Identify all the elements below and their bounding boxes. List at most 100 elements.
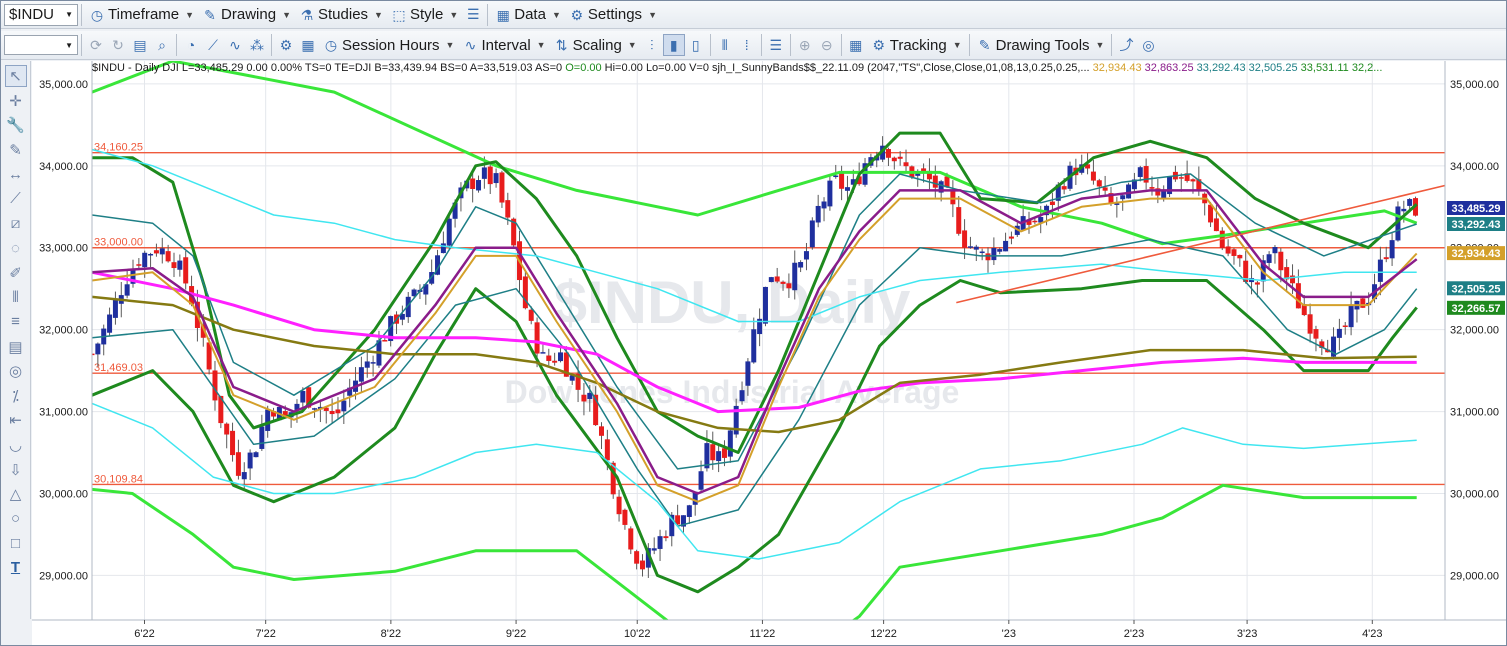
toolbar-separator [271,34,272,56]
candle-body [183,257,189,284]
y-tick-label-right: 31,000.00 [1450,407,1499,419]
candle-body [1313,329,1319,339]
zoom-out-icon[interactable]: ⊖ [816,34,838,56]
data-menu[interactable]: ▦ Data ▼ [491,3,565,27]
circle-target-icon[interactable]: ◎ [5,360,27,382]
candle-body [1348,304,1354,328]
candle-body [382,340,388,342]
fib-icon[interactable]: ≡ [5,311,27,333]
price-badge-text: 32,505.25 [1452,283,1501,295]
refresh-icon[interactable]: ⟳ [85,34,107,56]
y-tick-label-right: 35,000.00 [1450,79,1499,91]
trend-chart-icon[interactable]: ⤴ [1115,34,1137,56]
candle-body [809,220,815,248]
candle-body [1213,218,1219,232]
candle-body [967,246,973,248]
timeframe-icon: ◷ [90,6,104,23]
line-chart-icon[interactable]: ∿ [224,34,246,56]
pencil-icon[interactable]: ✎ [5,139,27,161]
arrow-down-icon[interactable]: ⇩ [5,459,27,481]
percent-icon[interactable]: ⁒ [5,385,27,407]
zoom-in-icon[interactable]: ⊕ [794,34,816,56]
scaling-menu[interactable]: ⇅ Scaling ▼ [550,33,641,57]
candle-body [1342,325,1348,327]
triangle-icon[interactable]: △ [5,483,27,505]
y-tick-label-right: 32,000.00 [1450,325,1499,337]
drawing-label: Drawing [221,6,277,23]
price-badge: 32,505.25 [1447,281,1505,296]
ohlc-bars-icon[interactable]: ⫶ [641,34,663,56]
x-tick-label: '23 [1002,628,1016,640]
candle-body [153,250,159,254]
x-tick-label: 3'23 [1237,628,1257,640]
candlestick-icon[interactable]: ▮ [662,34,685,56]
candle-body [136,264,142,266]
compress-bars-icon[interactable]: ⁞ [736,34,758,56]
properties-icon[interactable]: ⚙ [275,34,297,56]
symbol-input[interactable]: $INDU ▼ [4,3,78,26]
candle-body [440,243,446,254]
rectangle-icon[interactable]: □ [5,532,27,554]
spreadsheet-icon[interactable]: ▦ [297,34,319,56]
candle-body [1178,177,1184,179]
chevron-down-icon: ▼ [445,40,455,50]
reload-icon[interactable]: ↻ [107,34,129,56]
data-window-icon[interactable]: ▦ [845,34,867,56]
tracking-label: Tracking [889,36,947,54]
align-icon[interactable]: ⇤ [5,409,27,431]
lasso-icon[interactable]: ◌ [5,237,27,259]
data-label: Data [514,6,546,23]
timeframe-menu[interactable]: ◷ Timeframe ▼ [85,3,198,27]
brush-icon[interactable]: ✐ [5,262,27,284]
candle-body [786,283,792,289]
x-tick-label: 6'22 [134,628,154,640]
grid-icon[interactable]: ▤ [129,34,151,56]
candle-body [956,207,962,234]
candle-body [171,262,177,269]
hollow-candle-icon[interactable]: ▯ [685,34,707,56]
interval-menu[interactable]: ∿ Interval ▼ [458,33,549,57]
candle-body [1407,199,1413,206]
bar-spacing-icon[interactable]: ⦀ [714,34,736,56]
layout-icon[interactable]: ☰ [462,4,484,26]
drawing-menu[interactable]: ✎ Drawing ▼ [198,3,295,27]
session-hours-menu[interactable]: ◷ Session Hours ▼ [319,33,458,57]
settings-menu[interactable]: ⚙ Settings ▼ [565,3,661,27]
wrench-icon[interactable]: 🔧 [5,114,27,136]
arc-icon[interactable]: ◡ [5,434,27,456]
candle-body [721,448,727,458]
candle-body [1360,298,1366,308]
style-menu[interactable]: ⬚ Style ▼ [387,3,462,27]
x-tick-label: 10'22 [624,628,651,640]
candle-body [1090,171,1096,181]
drawing-tools-menu[interactable]: ✎ Drawing Tools ▼ [973,33,1109,57]
text-tool-icon[interactable]: T [5,557,27,579]
toolbar-separator [81,3,82,26]
bars-icon[interactable]: ⦀ [5,286,27,308]
candle-body [932,175,938,188]
speedometer-icon[interactable]: ◔ [180,34,202,56]
price-badge-text: 33,485.29 [1452,203,1501,215]
price-chart[interactable]: $INDU, Daily Dow Jones Industrial Averag… [32,61,1506,645]
ruler-icon[interactable]: ⟋ [5,188,27,210]
move-icon[interactable]: ↔ [5,163,27,185]
y-tick-label-left: 29,000.00 [39,570,88,582]
candle-body [774,276,780,282]
ruler-icon[interactable]: ⟋ [202,34,224,56]
channel-icon[interactable]: ▤ [5,336,27,358]
tracking-menu[interactable]: ⚙ Tracking ▼ [867,33,966,57]
chevron-down-icon: ▼ [65,40,73,50]
crosshair-icon[interactable]: ✛ [5,90,27,112]
cursor-icon[interactable]: ↖ [4,65,27,87]
interval-input[interactable]: ▼ [4,35,78,55]
style-icon: ⬚ [392,6,406,23]
indicator-icon[interactable]: ◎ [1137,34,1159,56]
zoom-chart-icon[interactable]: ⌕ [151,34,173,56]
line-tool-icon[interactable]: ⧄ [5,213,27,235]
studies-menu[interactable]: ⚗ Studies ▼ [295,3,387,27]
chevron-down-icon: ▼ [627,40,637,50]
ellipse-icon[interactable]: ○ [5,508,27,530]
pattern-icon[interactable]: ⁂ [246,34,268,56]
interval-icon: ∿ [464,37,477,53]
split-layout-icon[interactable]: ☰ [765,34,787,56]
